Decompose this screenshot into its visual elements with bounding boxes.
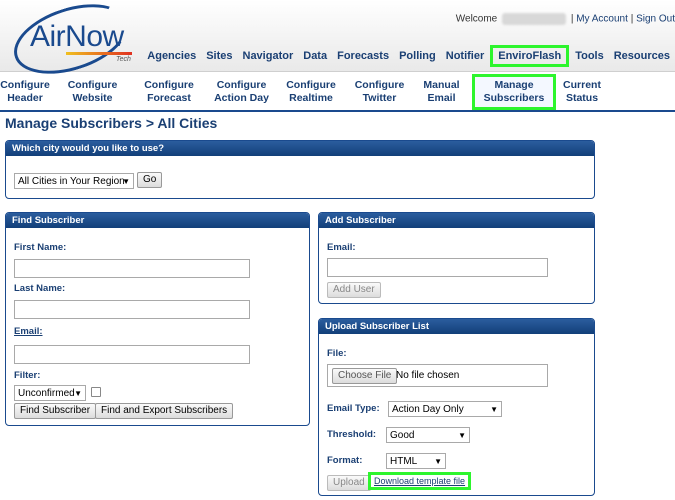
- email-label: Email:: [14, 326, 43, 337]
- chevron-down-icon: ▼: [458, 431, 466, 440]
- header: AirNow Tech Welcome | My Account | Sign …: [0, 0, 675, 87]
- file-label: File:: [327, 348, 347, 359]
- sub-nav: Configure Header Configure Website Configu…: [0, 74, 675, 112]
- page-title: Manage Subscribers > All Cities: [5, 115, 218, 131]
- logo-text: AirNow: [30, 20, 124, 53]
- chevron-down-icon: ▼: [434, 457, 442, 466]
- chevron-down-icon: ▼: [490, 405, 498, 414]
- last-name-label: Last Name:: [14, 283, 66, 294]
- add-email-input[interactable]: [327, 258, 548, 277]
- format-label: Format:: [327, 455, 363, 466]
- subnav-configure-website[interactable]: Configure Website: [50, 74, 135, 110]
- logo-underline: [66, 52, 132, 55]
- upload-button[interactable]: Upload: [327, 475, 371, 491]
- add-panel-title: Add Subscriber: [319, 213, 594, 228]
- threshold-label: Threshold:: [327, 429, 377, 440]
- first-name-label: First Name:: [14, 242, 67, 253]
- upload-subscriber-panel: Upload Subscriber List File: Choose File…: [318, 318, 595, 496]
- subnav-manual-email[interactable]: Manual Email: [417, 74, 466, 110]
- go-button[interactable]: Go: [137, 172, 163, 188]
- filter-label: Filter:: [14, 370, 41, 381]
- city-panel: Which city would you like to use? All Ci…: [5, 140, 595, 199]
- nav-resources[interactable]: Resources: [609, 46, 675, 66]
- nav-agencies[interactable]: Agencies: [142, 46, 201, 66]
- logo-tagline: Tech: [116, 56, 131, 63]
- subnav-current-status[interactable]: Current Status: [558, 74, 606, 110]
- top-nav: Agencies Sites Navigator Data Forecasts …: [142, 45, 675, 67]
- nav-polling[interactable]: Polling: [394, 46, 441, 66]
- upload-panel-title: Upload Subscriber List: [319, 319, 594, 334]
- subnav-configure-action-day[interactable]: Configure Action Day: [203, 74, 280, 110]
- download-template-link[interactable]: Download template file: [367, 472, 472, 490]
- welcome-text: Welcome: [455, 13, 498, 25]
- chevron-down-icon: ▼: [122, 177, 130, 186]
- airnow-logo[interactable]: AirNow Tech: [5, 0, 137, 87]
- city-select[interactable]: All Cities in Your Region ▼: [14, 173, 134, 189]
- filter-checkbox[interactable]: [91, 387, 101, 397]
- threshold-select[interactable]: Good ▼: [386, 427, 470, 443]
- nav-forecasts[interactable]: Forecasts: [332, 46, 394, 66]
- format-select[interactable]: HTML ▼: [386, 453, 446, 469]
- nav-data[interactable]: Data: [298, 46, 332, 66]
- add-subscriber-panel: Add Subscriber Email: Add User: [318, 212, 595, 304]
- user-bar: Welcome | My Account | Sign Out: [455, 13, 675, 25]
- nav-notifier[interactable]: Notifier: [441, 46, 490, 66]
- find-subscriber-button[interactable]: Find Subscriber: [14, 403, 97, 419]
- subnav-configure-forecast[interactable]: Configure Forecast: [135, 74, 203, 110]
- city-panel-title: Which city would you like to use?: [6, 141, 594, 156]
- sign-out-link[interactable]: Sign Out: [636, 14, 675, 25]
- subnav-manage-subscribers[interactable]: Manage Subscribers: [472, 74, 556, 110]
- my-account-link[interactable]: My Account: [576, 14, 628, 25]
- nav-enviroflash[interactable]: EnviroFlash: [490, 45, 570, 67]
- add-email-label: Email:: [327, 242, 356, 253]
- find-export-button[interactable]: Find and Export Subscribers: [95, 403, 234, 419]
- subnav-configure-twitter[interactable]: Configure Twitter: [342, 74, 417, 110]
- subnav-configure-header[interactable]: Configure Header: [0, 74, 50, 110]
- chevron-down-icon: ▼: [74, 389, 82, 398]
- nav-tools[interactable]: Tools: [570, 46, 609, 66]
- redacted-username: [502, 13, 567, 25]
- filter-select[interactable]: Unconfirmed ▼: [14, 385, 86, 401]
- find-panel-title: Find Subscriber: [6, 213, 309, 228]
- file-status: No file chosen: [396, 370, 460, 381]
- first-name-input[interactable]: [14, 259, 250, 278]
- add-user-button[interactable]: Add User: [327, 282, 381, 298]
- last-name-input[interactable]: [14, 300, 250, 319]
- email-type-label: Email Type:: [327, 403, 380, 414]
- choose-file-button[interactable]: Choose File: [332, 368, 398, 384]
- nav-navigator[interactable]: Navigator: [238, 46, 299, 66]
- email-type-select[interactable]: Action Day Only ▼: [388, 401, 502, 417]
- file-picker[interactable]: Choose File No file chosen: [327, 364, 548, 387]
- subnav-configure-realtime[interactable]: Configure Realtime: [280, 74, 342, 110]
- nav-sites[interactable]: Sites: [201, 46, 237, 66]
- find-subscriber-panel: Find Subscriber First Name: Last Name: E…: [5, 212, 310, 426]
- email-input[interactable]: [14, 345, 250, 364]
